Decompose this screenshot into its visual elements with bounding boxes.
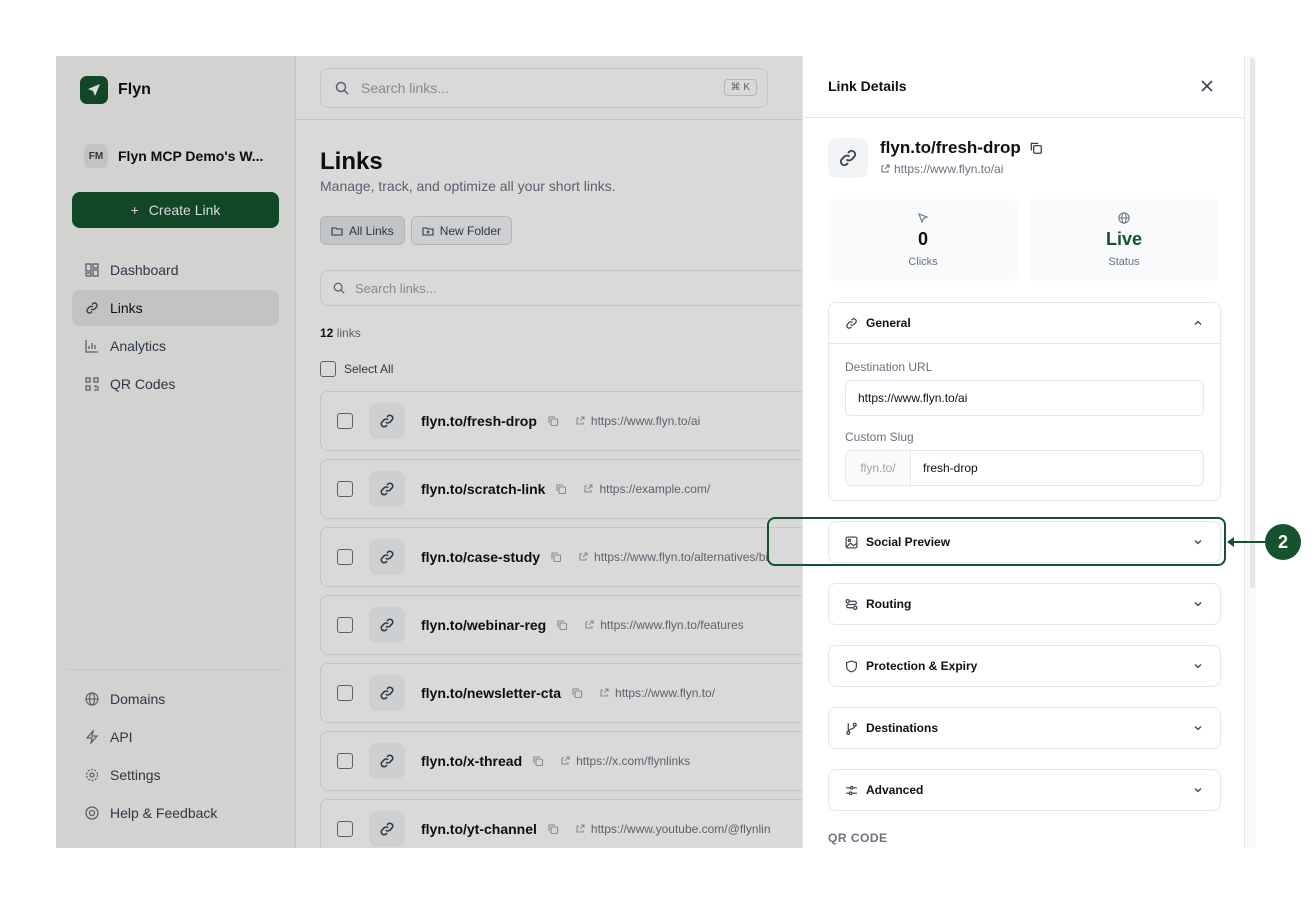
advanced-title: Advanced [866,783,924,797]
annotation-line [1233,541,1265,543]
custom-slug-label: Custom Slug [845,430,914,444]
general-section-header[interactable]: General [829,303,1220,343]
routing-title: Routing [866,597,912,611]
protection-title: Protection & Expiry [866,659,978,673]
annotation-arrow-icon [1227,537,1234,547]
app-window: Flyn FM Flyn MCP Demo's W... + Create Li… [56,56,1256,848]
status-value: Live [1105,229,1143,249]
destination-url-text: https://www.flyn.to/ai [894,162,1004,176]
qr-code-heading: QR CODE [828,831,888,845]
clicks-stat: 0 Clicks [828,199,1018,281]
general-section-title: General [866,316,911,330]
routing-header[interactable]: Routing [829,584,1220,624]
annotation-highlight [767,517,1226,566]
advanced-header[interactable]: Advanced [829,770,1220,810]
status-label: Status [1108,256,1140,268]
sliders-icon [845,784,858,797]
general-section-body: Destination URL https://www.flyn.to/ai C… [829,343,1220,486]
modal-backdrop[interactable] [56,56,802,848]
route-icon [845,598,858,611]
general-section: General Destination URL https://www.flyn… [828,302,1221,501]
link-details-drawer: Link Details flyn.to/fresh-drop https://… [802,56,1256,848]
external-link-icon [880,164,890,174]
destinations-section[interactable]: Destinations [828,707,1221,749]
protection-header[interactable]: Protection & Expiry [829,646,1220,686]
cursor-icon [917,212,929,224]
drawer-header: Link Details [803,56,1256,118]
status-stat: Live Status [1029,199,1219,281]
link-icon [845,317,858,330]
git-branch-icon [845,722,858,735]
chevron-down-icon [1192,598,1204,610]
destination-url-label: Destination URL [845,360,933,374]
stats-row: 0 Clicks Live Status [828,199,1219,281]
close-icon[interactable] [1199,78,1215,94]
custom-slug-input[interactable]: fresh-drop [911,451,978,485]
destinations-title: Destinations [866,721,939,735]
link-summary-text: flyn.to/fresh-drop https://www.flyn.to/a… [880,138,1043,178]
link-icon [828,138,868,178]
chevron-up-icon [1192,317,1204,329]
clicks-value: 0 [917,229,928,249]
globe-icon [1118,212,1130,224]
slug-prefix: flyn.to/ [846,451,911,485]
shield-icon [845,659,858,673]
protection-section[interactable]: Protection & Expiry [828,645,1221,687]
advanced-section[interactable]: Advanced [828,769,1221,811]
copy-icon[interactable] [1029,141,1043,155]
link-summary: flyn.to/fresh-drop https://www.flyn.to/a… [828,138,1043,178]
custom-slug-field: flyn.to/ fresh-drop [845,450,1204,486]
destination-url-input[interactable]: https://www.flyn.to/ai [845,380,1204,416]
drawer-title: Link Details [828,78,907,94]
chevron-down-icon [1192,784,1204,796]
destinations-header[interactable]: Destinations [829,708,1220,748]
scrollbar-thumb[interactable] [1250,58,1255,588]
short-link-row: flyn.to/fresh-drop [880,138,1043,158]
chevron-down-icon [1192,660,1204,672]
annotation-badge: 2 [1265,524,1301,560]
short-link[interactable]: flyn.to/fresh-drop [880,138,1021,158]
chevron-down-icon [1192,722,1204,734]
destination-link[interactable]: https://www.flyn.to/ai [880,162,1043,176]
clicks-label: Clicks [908,256,938,268]
routing-section[interactable]: Routing [828,583,1221,625]
